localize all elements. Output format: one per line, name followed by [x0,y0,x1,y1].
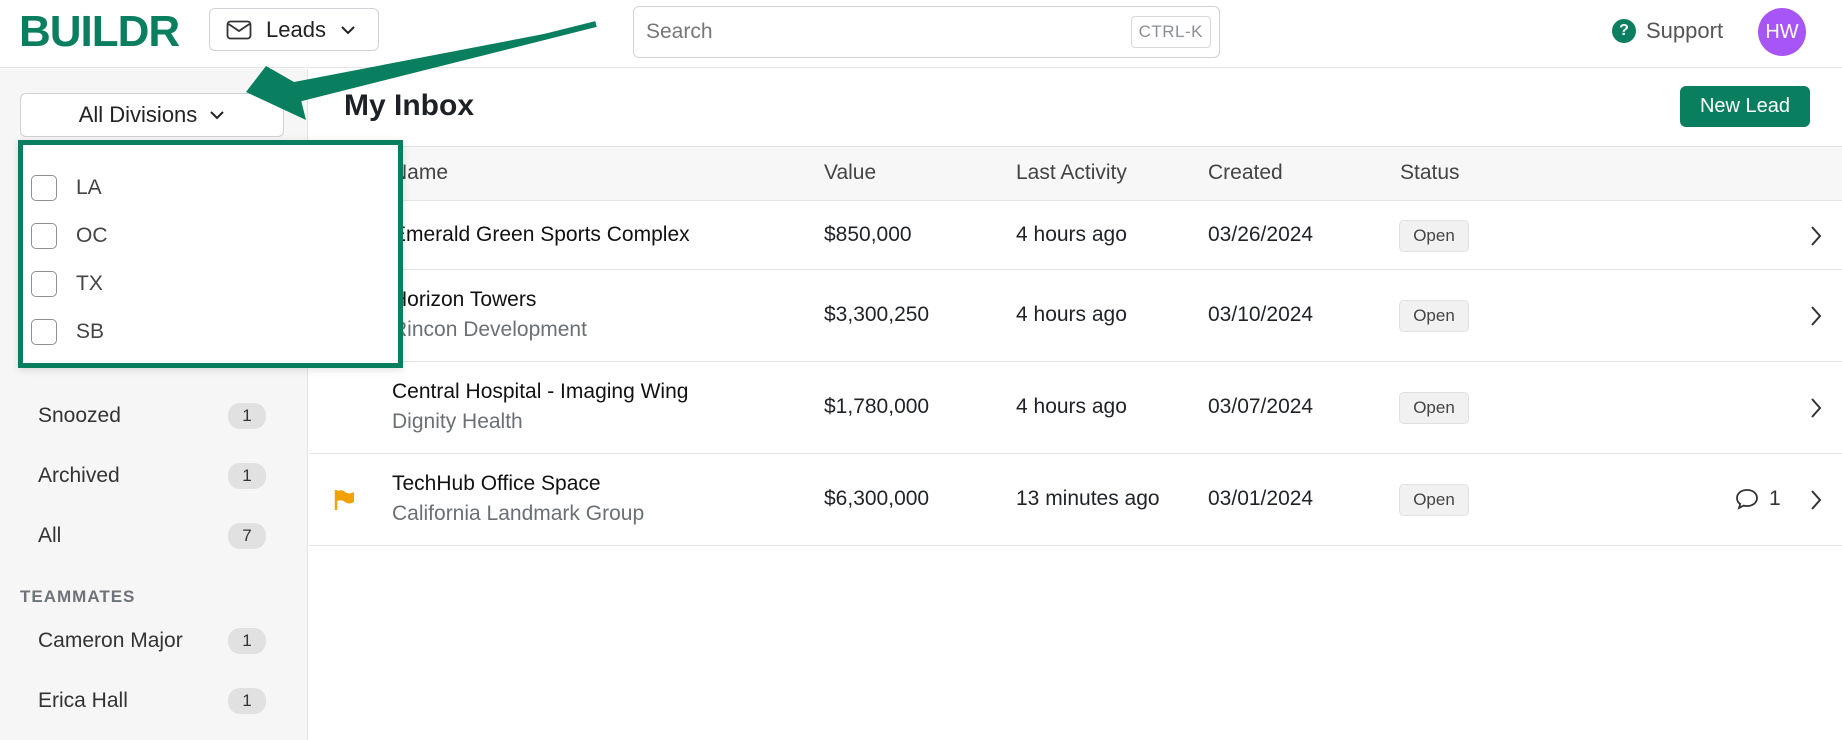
checkbox[interactable] [31,319,57,345]
column-header-status[interactable]: Status [1400,161,1460,185]
lead-name: TechHub Office Space [392,472,601,495]
search-shortcut: CTRL-K [1130,16,1211,48]
sidebar-item-archived[interactable]: Archived 1 [20,454,268,498]
sidebar-item-teammate[interactable]: Erica Hall 1 [20,679,268,723]
status-badge: Open [1399,220,1469,252]
sidebar-item-all[interactable]: All 7 [20,514,268,558]
count-badge: 7 [228,523,266,549]
lead-value: $1,780,000 [824,395,930,418]
search-input[interactable] [646,20,1131,44]
sidebar-item-label: All [38,524,62,547]
division-option-label: TX [76,272,103,295]
division-filter-button[interactable]: All Divisions [20,93,284,137]
lead-name: Horizon Towers [392,288,537,311]
column-header-last-activity[interactable]: Last Activity [1016,161,1127,185]
checkbox[interactable] [31,175,57,201]
column-header-value[interactable]: Value [824,161,876,185]
lead-created: 03/07/2024 [1208,395,1314,418]
division-dropdown: LA OC TX SB [18,140,403,368]
division-option-sb[interactable]: SB [31,319,104,345]
chevron-right-icon[interactable] [1809,488,1823,512]
count-badge: 1 [228,463,266,489]
page-title: My Inbox [344,89,475,122]
lead-name: Emerald Green Sports Complex [392,223,690,246]
comment-count-label: 1 [1769,487,1781,510]
lead-name: Central Hospital - Imaging Wing [392,380,689,403]
module-select-label: Leads [266,16,326,42]
lead-last-activity: 4 hours ago [1016,303,1127,326]
module-select[interactable]: Leads [209,8,379,51]
top-bar: BUILDR Leads CTRL-K ? Support HW [0,0,1842,68]
count-badge: 1 [228,403,266,429]
division-option-oc[interactable]: OC [31,223,108,249]
lead-last-activity: 13 minutes ago [1016,487,1160,510]
mail-icon [226,20,252,39]
chevron-right-icon[interactable] [1809,396,1823,420]
flag-icon[interactable] [333,489,355,511]
lead-company: Rincon Development [392,318,587,341]
sidebar-item-label: Erica Hall [38,689,128,712]
lead-company: California Landmark Group [392,502,645,525]
lead-company: Dignity Health [392,410,523,433]
sidebar-item-teammate[interactable]: Cameron Major 1 [20,619,268,663]
division-option-la[interactable]: LA [31,175,102,201]
division-option-tx[interactable]: TX [31,271,103,297]
chevron-right-icon[interactable] [1809,224,1823,248]
comment-icon [1736,489,1758,510]
lead-created: 03/10/2024 [1208,303,1314,326]
status-badge: Open [1399,300,1469,332]
teammates-section-label: TEAMMATES [20,587,136,606]
table-row[interactable]: Central Hospital - Imaging Wing Dignity … [309,363,1842,454]
comment-count[interactable]: 1 [1735,487,1781,511]
column-header-created[interactable]: Created [1208,161,1283,185]
table-header: Name Value Last Activity Created Status [309,146,1842,201]
table-row[interactable]: TechHub Office Space California Landmark… [309,455,1842,546]
lead-created: 03/26/2024 [1208,223,1314,246]
division-option-label: LA [76,176,102,199]
lead-value: $3,300,250 [824,303,930,326]
count-badge: 1 [228,688,266,714]
chevron-down-icon [210,111,225,120]
avatar[interactable]: HW [1758,8,1806,56]
status-badge: Open [1399,392,1469,424]
support-label: Support [1646,18,1724,43]
lead-last-activity: 4 hours ago [1016,395,1127,418]
count-badge: 1 [228,628,266,654]
app-logo[interactable]: BUILDR [19,10,180,54]
chevron-down-icon [341,25,355,34]
lead-created: 03/01/2024 [1208,487,1314,510]
division-filter-label: All Divisions [78,102,198,127]
lead-value: $850,000 [824,223,912,246]
search-box[interactable]: CTRL-K [633,6,1220,58]
checkbox[interactable] [31,271,57,297]
sidebar-item-snoozed[interactable]: Snoozed 1 [20,394,268,438]
help-icon: ? [1612,19,1636,43]
lead-last-activity: 4 hours ago [1016,223,1127,246]
support-link[interactable]: ? Support [1612,18,1723,44]
sidebar-item-label: Archived [38,464,120,487]
checkbox[interactable] [31,223,57,249]
division-option-label: OC [76,224,108,247]
status-badge: Open [1399,484,1469,516]
table-row[interactable]: Horizon Towers Rincon Development $3,300… [309,271,1842,362]
table-row[interactable]: Emerald Green Sports Complex $850,000 4 … [309,202,1842,270]
sidebar-item-label: Cameron Major [38,629,183,652]
main-content: My Inbox New Lead Name Value Last Activi… [309,69,1842,740]
chevron-right-icon[interactable] [1809,304,1823,328]
lead-value: $6,300,000 [824,487,930,510]
division-option-label: SB [76,320,105,343]
sidebar-item-label: Snoozed [38,404,121,427]
new-lead-button[interactable]: New Lead [1680,86,1810,127]
